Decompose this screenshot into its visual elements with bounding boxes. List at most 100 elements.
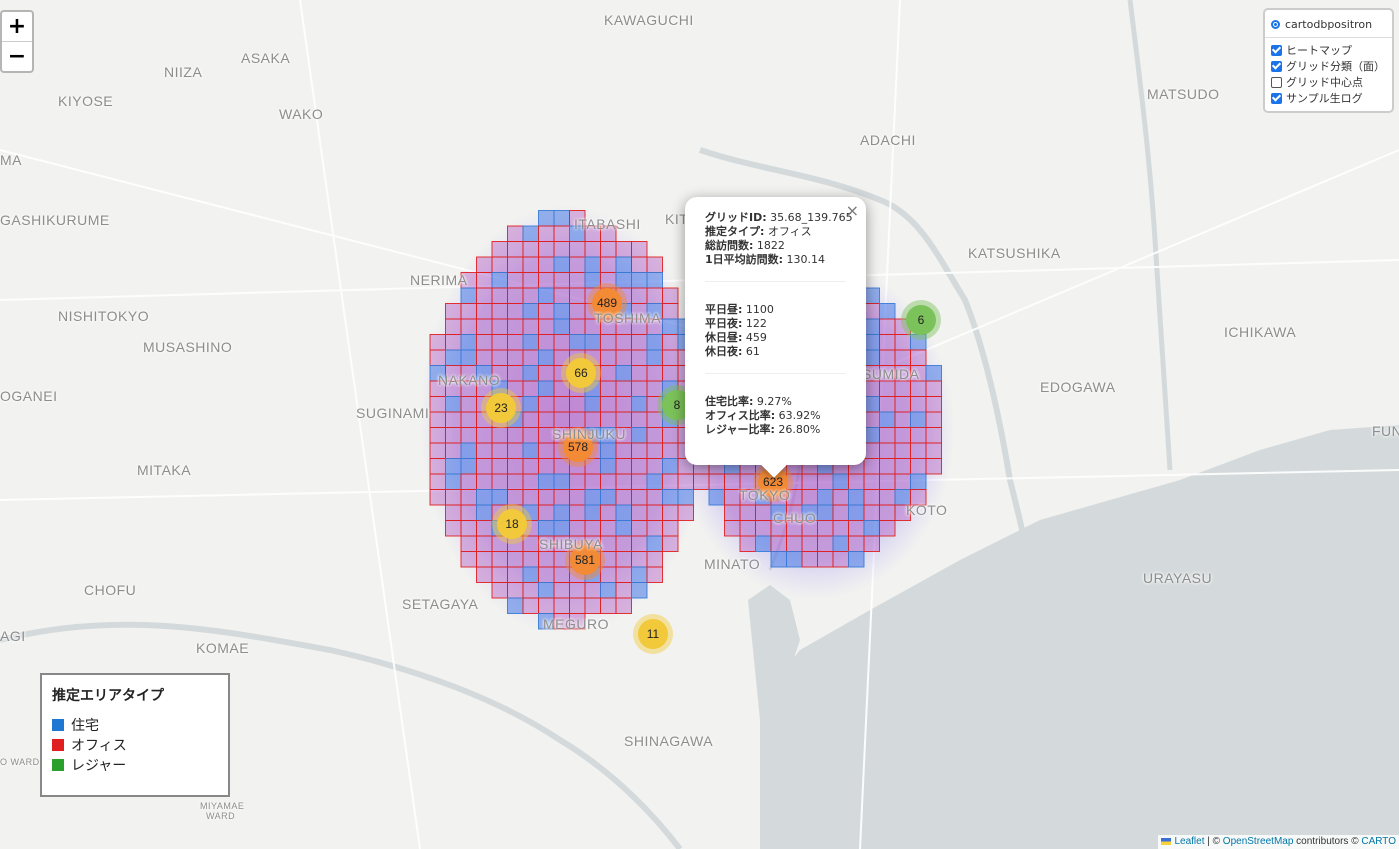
checkbox-checked-icon[interactable] [1271, 60, 1282, 72]
place-label: MUSASHINO [143, 339, 233, 355]
place-label: OGANEI [0, 388, 58, 404]
place-label: WARD [206, 811, 236, 821]
legend-label: オフィス [71, 738, 127, 754]
place-label: ADACHI [860, 132, 916, 148]
place-label: MA [0, 152, 22, 168]
cluster-marker[interactable]: 18 [492, 504, 532, 544]
place-label: FUN [1372, 423, 1399, 439]
base-layer-option[interactable]: cartodbpositron [1271, 16, 1386, 32]
overlay-label: ヒートマップ [1286, 44, 1352, 57]
checkbox-checked-icon[interactable] [1271, 44, 1282, 56]
place-label: SHINAGAWA [624, 733, 714, 749]
popup-row-holiday-night: 休日夜: 61 [705, 345, 846, 359]
place-label: CHOFU [84, 582, 137, 598]
place-label: KOMAE [196, 640, 250, 656]
place-label: CHUO [773, 510, 817, 526]
popup-row-leisure-ratio: レジャー比率: 26.80% [705, 423, 846, 437]
place-label: MATSUDO [1147, 86, 1220, 102]
place-label: KATSUSHIKA [968, 245, 1061, 261]
base-layer-label: cartodbpositron [1285, 17, 1373, 31]
legend-swatch [52, 759, 64, 771]
zoom-in-button[interactable]: + [2, 12, 32, 42]
place-label: MEGURO [543, 616, 609, 632]
cluster-count: 23 [494, 401, 508, 415]
popup-value: 1822 [753, 239, 785, 252]
cluster-marker[interactable]: 6 [901, 300, 941, 340]
popup-row-office-ratio: オフィス比率: 63.92% [705, 409, 846, 423]
popup-key: レジャー比率: [705, 423, 775, 436]
checkbox-checked-icon[interactable] [1271, 92, 1282, 104]
cluster-count: 18 [505, 517, 519, 531]
popup-key: 住宅比率: [705, 395, 754, 408]
zoom-out-button[interactable]: − [2, 42, 32, 71]
place-label: SHINJUKU [552, 426, 627, 442]
place-label: WAKO [279, 106, 324, 122]
popup-row-residential-ratio: 住宅比率: 9.27% [705, 395, 846, 409]
overlay-option-grid-centers[interactable]: グリッド中心点 [1271, 74, 1386, 90]
place-label: MITAKA [137, 462, 192, 478]
popup-value: オフィス [764, 225, 812, 238]
cluster-count: 6 [918, 313, 925, 327]
popup-value: 122 [742, 317, 767, 330]
place-label: O WARD [0, 757, 40, 767]
popup-row-weekday-day: 平日昼: 1100 [705, 303, 846, 317]
overlay-label: サンプル生ログ [1286, 92, 1363, 105]
cluster-count: 578 [568, 440, 588, 454]
overlay-label: グリッド分類（面） [1286, 60, 1385, 73]
legend-item-residential: 住宅 [52, 715, 218, 735]
place-label: SUGINAMI [356, 405, 430, 421]
place-label: MIYAMAE [200, 801, 245, 811]
cluster-marker[interactable]: 11 [633, 614, 673, 654]
legend-swatch [52, 719, 64, 731]
popup-key: 平日夜: [705, 317, 743, 330]
cluster-marker[interactable]: 23 [481, 388, 521, 428]
radio-selected-icon[interactable] [1271, 19, 1280, 29]
legend-label: 住宅 [71, 718, 99, 734]
cluster-count: 11 [647, 627, 660, 641]
attribution-text: contributors © [1293, 836, 1362, 847]
carto-link[interactable]: CARTO [1361, 836, 1396, 847]
place-label: KAWAGUCHI [604, 12, 694, 28]
place-label: URAYASU [1143, 570, 1213, 586]
place-label: ITABASHI [574, 216, 641, 232]
place-label: NAKANO [438, 372, 501, 388]
popup-key: 1日平均訪問数: [705, 253, 784, 266]
popup-value: 1100 [742, 303, 774, 316]
place-label: MINATO [704, 556, 761, 572]
popup-divider [705, 281, 846, 282]
popup-value: 35.68_139.765 [766, 211, 853, 224]
checkbox-unchecked-icon[interactable] [1271, 76, 1282, 88]
popup-row-weekday-night: 平日夜: 122 [705, 317, 846, 331]
popup-row-grid-id: グリッドID: 35.68_139.765 [705, 211, 853, 225]
overlay-option-grid-polygons[interactable]: グリッド分類（面） [1271, 58, 1386, 74]
popup-key: 総訪問数: [705, 239, 754, 252]
overlay-option-heatmap[interactable]: ヒートマップ [1271, 42, 1386, 58]
osm-link[interactable]: OpenStreetMap [1223, 836, 1294, 847]
legend-item-leisure: レジャー [52, 755, 218, 775]
overlay-option-sample-logs[interactable]: サンプル生ログ [1271, 90, 1386, 106]
place-label: ASAKA [241, 50, 291, 66]
close-icon[interactable]: × [846, 201, 859, 220]
popup-value: 61 [742, 345, 760, 358]
popup-value: 130.14 [783, 253, 826, 266]
place-label: TOKYO [739, 487, 791, 503]
place-label: AGI [0, 628, 26, 644]
zoom-control: + − [0, 10, 34, 73]
cluster-marker[interactable]: 66 [561, 353, 601, 393]
layer-control: cartodbpositron ヒートマップ グリッド分類（面） グリッド中心点… [1263, 8, 1394, 113]
popup-value: 26.80% [774, 423, 821, 436]
ukraine-flag-icon [1161, 837, 1172, 845]
popup-value: 9.27% [753, 395, 792, 408]
popup-row-type: 推定タイプ: オフィス [705, 225, 846, 239]
cluster-count: 489 [597, 296, 617, 310]
popup-row-total-visits: 総訪問数: 1822 [705, 239, 846, 253]
leaflet-link[interactable]: Leaflet [1174, 836, 1204, 847]
place-label: NISHITOKYO [58, 308, 150, 324]
popup-divider [705, 373, 846, 374]
place-label: GASHIKURUME [0, 212, 110, 228]
popup-key: グリッドID: [705, 211, 767, 224]
attribution-text: | © [1204, 836, 1223, 847]
place-label: EDOGAWA [1040, 379, 1116, 395]
place-label: KOTO [906, 502, 948, 518]
popup-key: 推定タイプ: [705, 225, 765, 238]
